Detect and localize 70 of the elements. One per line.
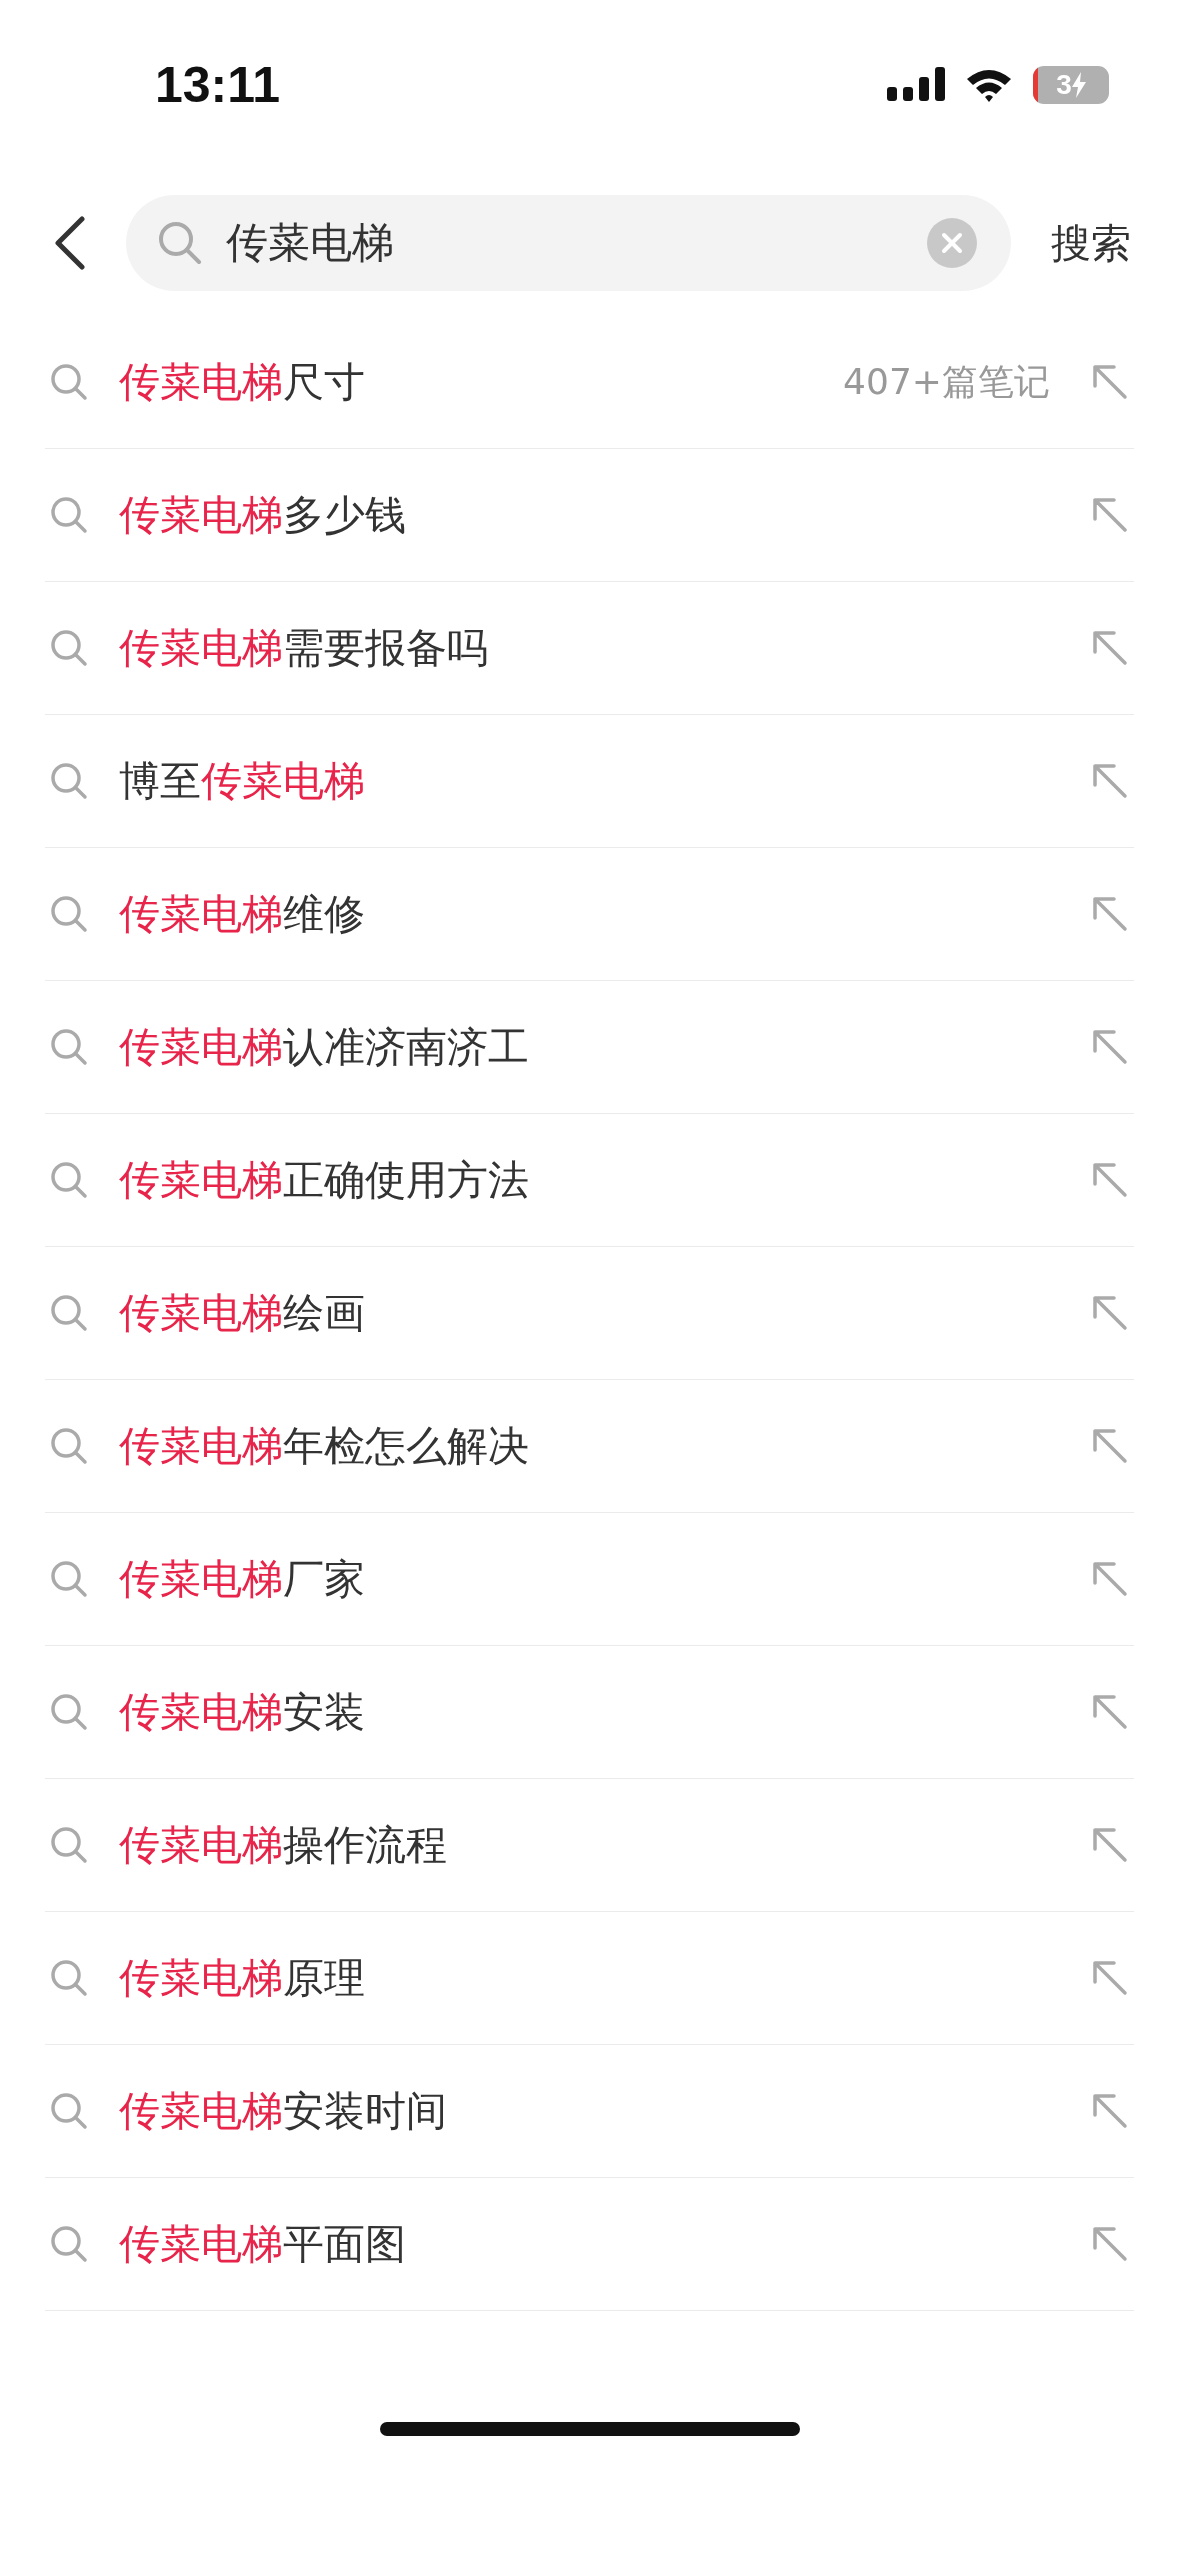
search-button[interactable]: 搜索: [1051, 215, 1131, 271]
suggestion-item[interactable]: 传菜电梯多少钱: [45, 449, 1134, 582]
suggestion-item[interactable]: 传菜电梯原理: [45, 1912, 1134, 2045]
clear-icon[interactable]: [927, 218, 977, 268]
suggestion-item[interactable]: 传菜电梯维修: [45, 848, 1134, 981]
arrow-icon[interactable]: [1090, 2224, 1130, 2264]
suggestion-text: 传菜电梯操作流程: [119, 1819, 448, 1871]
search-icon: [49, 1160, 89, 1200]
suggestion-text: 传菜电梯安装时间: [119, 2085, 448, 2137]
suggestion-item[interactable]: 传菜电梯厂家: [45, 1513, 1134, 1646]
suggestion-text: 传菜电梯原理: [119, 1952, 366, 2004]
search-icon: [49, 1559, 89, 1599]
search-icon: [49, 628, 89, 668]
search-icon: [49, 2224, 89, 2264]
search-icon: [49, 362, 89, 402]
suggestion-text: 传菜电梯平面图: [119, 2218, 407, 2270]
suggestion-text: 传菜电梯安装: [119, 1686, 366, 1738]
suggestion-item[interactable]: 传菜电梯正确使用方法: [45, 1114, 1134, 1247]
search-icon: [49, 1692, 89, 1732]
suggestion-text: 传菜电梯维修: [119, 888, 366, 940]
arrow-icon[interactable]: [1090, 1027, 1130, 1067]
suggestion-item[interactable]: 博至传菜电梯: [45, 715, 1134, 848]
back-icon[interactable]: [54, 215, 86, 271]
search-icon: [49, 1958, 89, 1998]
suggestion-text: 传菜电梯正确使用方法: [119, 1154, 530, 1206]
arrow-icon[interactable]: [1090, 894, 1130, 934]
suggestion-text: 传菜电梯认准济南济工: [119, 1021, 530, 1073]
note-count: 407+篇笔记: [843, 359, 1050, 404]
suggestion-item[interactable]: 传菜电梯操作流程: [45, 1779, 1134, 1912]
suggestion-item[interactable]: 传菜电梯安装时间: [45, 2045, 1134, 2178]
suggestion-text: 传菜电梯多少钱: [119, 489, 407, 541]
suggestion-item[interactable]: 传菜电梯尺寸 407+篇笔记: [45, 316, 1134, 449]
arrow-icon[interactable]: [1090, 495, 1130, 535]
search-icon: [156, 219, 204, 267]
arrow-icon[interactable]: [1090, 761, 1130, 801]
status-time: 13:11: [155, 56, 281, 114]
arrow-icon[interactable]: [1090, 1559, 1130, 1599]
suggestion-item[interactable]: 传菜电梯需要报备吗: [45, 582, 1134, 715]
search-icon: [49, 1293, 89, 1333]
search-icon: [49, 2091, 89, 2131]
wifi-icon: [965, 67, 1013, 103]
signal-icon: [887, 67, 945, 103]
suggestion-text: 传菜电梯厂家: [119, 1553, 366, 1605]
search-icon: [49, 894, 89, 934]
suggestion-item[interactable]: 传菜电梯安装: [45, 1646, 1134, 1779]
arrow-icon[interactable]: [1090, 1426, 1130, 1466]
suggestion-item[interactable]: 传菜电梯平面图: [45, 2178, 1134, 2311]
search-icon: [49, 1027, 89, 1067]
search-icon: [49, 1426, 89, 1466]
suggestion-text: 传菜电梯需要报备吗: [119, 622, 489, 674]
suggestion-text: 传菜电梯绘画: [119, 1287, 366, 1339]
suggestion-text: 传菜电梯尺寸: [119, 356, 366, 408]
arrow-icon[interactable]: [1090, 628, 1130, 668]
battery-icon: 3: [1033, 66, 1109, 104]
arrow-icon[interactable]: [1090, 1692, 1130, 1732]
search-field[interactable]: 传菜电梯: [126, 195, 1011, 291]
arrow-icon[interactable]: [1090, 1825, 1130, 1865]
suggestion-item[interactable]: 传菜电梯年检怎么解决: [45, 1380, 1134, 1513]
arrow-icon[interactable]: [1090, 1160, 1130, 1200]
suggestion-text: 传菜电梯年检怎么解决: [119, 1420, 530, 1472]
arrow-icon[interactable]: [1090, 2091, 1130, 2131]
arrow-icon[interactable]: [1090, 1293, 1130, 1333]
search-icon: [49, 1825, 89, 1865]
suggestion-item[interactable]: 传菜电梯认准济南济工: [45, 981, 1134, 1114]
arrow-icon[interactable]: [1090, 1958, 1130, 1998]
suggestion-item[interactable]: 传菜电梯绘画: [45, 1247, 1134, 1380]
suggestion-text: 博至传菜电梯: [119, 755, 366, 807]
arrow-icon[interactable]: [1090, 362, 1130, 402]
search-icon: [49, 495, 89, 535]
search-icon: [49, 761, 89, 801]
